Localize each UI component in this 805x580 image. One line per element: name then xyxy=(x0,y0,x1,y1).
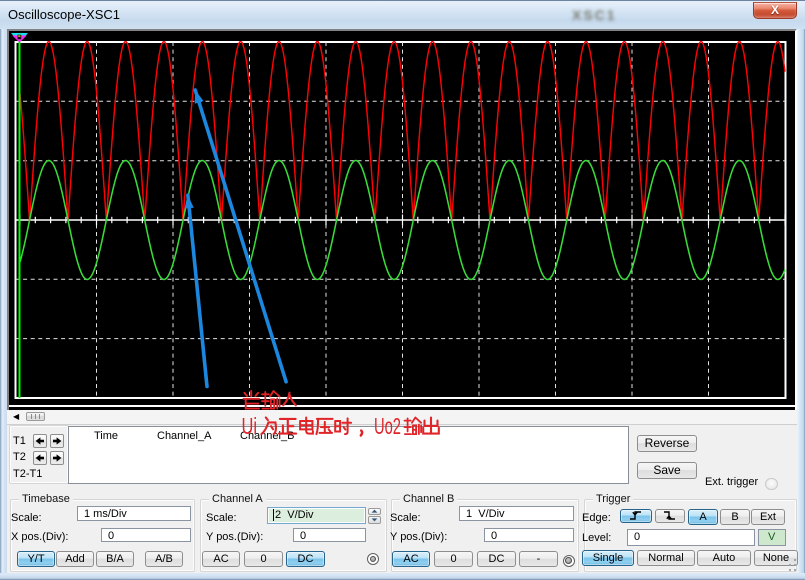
svg-text:Ui: Ui xyxy=(242,413,258,439)
svg-text:Uo2: Uo2 xyxy=(374,413,401,439)
